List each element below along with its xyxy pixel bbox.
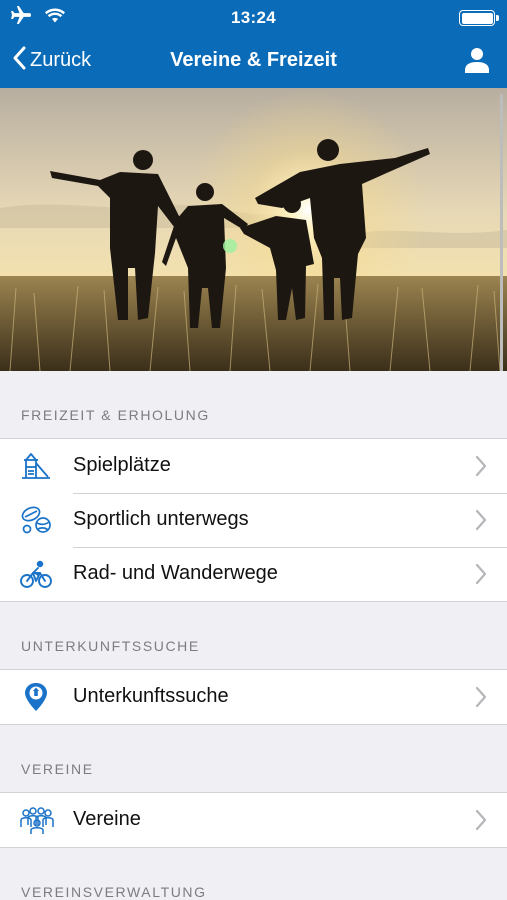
list-item-label: Rad- und Wanderwege: [73, 562, 278, 584]
location-pin-icon: [20, 682, 52, 712]
chevron-right-icon: [475, 686, 487, 713]
chevron-right-icon: [475, 563, 487, 590]
list-freizeit: Spielplätze Sportlich unterwegs Rad- und…: [0, 438, 507, 602]
list-item-unterkunftssuche[interactable]: Unterkunftssuche: [0, 670, 507, 724]
profile-button[interactable]: [465, 47, 489, 78]
list-item-sportlich-unterwegs[interactable]: Sportlich unterwegs: [0, 493, 507, 547]
list-unterkunftssuche: Unterkunftssuche: [0, 669, 507, 725]
list-item-label: Spielplätze: [73, 454, 171, 476]
hero-image: [0, 88, 507, 371]
sports-balls-icon: [20, 505, 52, 535]
group-icon: [20, 805, 54, 835]
page-title: Vereine & Freizeit: [170, 49, 337, 71]
section-header-freizeit: FREIZEIT & ERHOLUNG: [21, 407, 210, 423]
list-item-label: Sportlich unterwegs: [73, 508, 249, 530]
list-item-vereine[interactable]: Vereine: [0, 793, 507, 847]
list-item-label: Unterkunftssuche: [73, 685, 229, 707]
chevron-right-icon: [475, 509, 487, 536]
list-item-rad-und-wanderwege[interactable]: Rad- und Wanderwege: [0, 547, 507, 601]
chevron-right-icon: [475, 809, 487, 836]
list-item-spielplaetze[interactable]: Spielplätze: [0, 439, 507, 493]
playground-icon: [20, 451, 52, 481]
user-icon: [465, 48, 489, 77]
status-time: 13:24: [231, 8, 276, 27]
bicycle-icon: [20, 559, 52, 589]
section-header-vereine: VEREINE: [21, 761, 94, 777]
navigation-bar: Zurück Vereine & Freizeit: [0, 34, 507, 88]
list-vereine: Vereine: [0, 792, 507, 848]
battery-icon: [459, 10, 499, 26]
status-bar: 13:24: [0, 0, 507, 34]
content-list: FREIZEIT & ERHOLUNG Spielplätze Sportlic…: [0, 371, 507, 900]
section-header-unterkunftssuche: UNTERKUNFTSSUCHE: [21, 638, 200, 654]
list-item-label: Vereine: [73, 808, 141, 830]
section-header-vereinsverwaltung: VEREINSVERWALTUNG: [21, 884, 207, 900]
chevron-right-icon: [475, 455, 487, 482]
